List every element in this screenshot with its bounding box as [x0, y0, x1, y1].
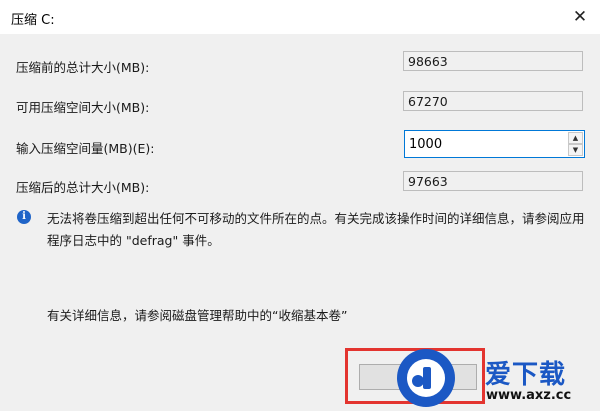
shrink-amount-stepper[interactable]: ▲ ▼: [404, 130, 585, 158]
total-before-label: 压缩前的总计大小(MB):: [16, 60, 150, 75]
spin-up-icon[interactable]: ▲: [568, 132, 583, 144]
watermark-url: www.axz.cc: [486, 388, 572, 403]
title-bar: 压缩 C: ✕: [0, 0, 600, 34]
help-message: 有关详细信息，请参阅磁盘管理帮助中的“收缩基本卷”: [47, 308, 348, 323]
shrink-amount-label: 输入压缩空间量(MB)(E):: [16, 141, 155, 156]
available-value: 67270: [403, 91, 583, 111]
total-after-label: 压缩后的总计大小(MB):: [16, 180, 150, 195]
total-before-value: 98663: [403, 51, 583, 71]
info-message: 无法将卷压缩到超出任何不可移动的文件所在的点。有关完成该操作时间的详细信息，请参…: [47, 211, 585, 248]
info-icon: i: [17, 210, 31, 224]
watermark-brand: 爱下载: [485, 360, 567, 390]
shrink-amount-input[interactable]: [405, 131, 565, 157]
close-icon[interactable]: ✕: [565, 3, 595, 31]
spin-down-icon[interactable]: ▼: [568, 144, 583, 156]
total-after-value: 97663: [403, 171, 583, 191]
available-label: 可用压缩空间大小(MB):: [16, 100, 150, 115]
dialog-title: 压缩 C:: [11, 13, 55, 28]
watermark-logo-icon: [397, 349, 455, 407]
